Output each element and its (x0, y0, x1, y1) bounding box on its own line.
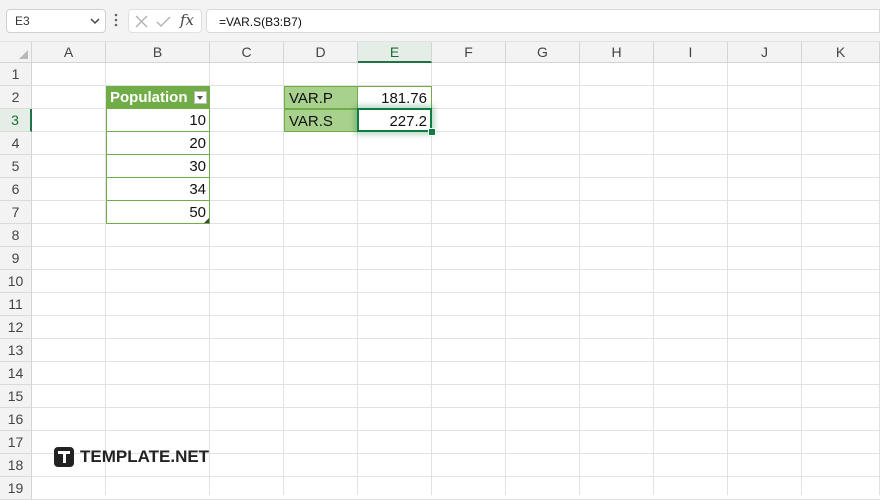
row-header-17[interactable]: 17 (0, 431, 32, 454)
row-gridline (32, 292, 880, 293)
row-gridline (32, 338, 880, 339)
row-header-4[interactable]: 4 (0, 132, 32, 155)
row-gridline (32, 407, 880, 408)
table-cell-value[interactable]: 10 (106, 109, 210, 132)
enter-check-icon[interactable] (156, 15, 171, 28)
column-header-e[interactable]: E (358, 42, 432, 63)
name-box-value: E3 (15, 14, 30, 28)
formula-text: =VAR.S(B3:B7) (219, 15, 302, 29)
column-header-c[interactable]: C (210, 42, 284, 63)
row-header-12[interactable]: 12 (0, 316, 32, 339)
table-cell-value[interactable]: 30 (106, 155, 210, 178)
table-cell-value[interactable]: 34 (106, 178, 210, 201)
row-header-16[interactable]: 16 (0, 408, 32, 431)
column-header-k[interactable]: K (802, 42, 880, 63)
column-header-d[interactable]: D (284, 42, 358, 63)
vars-label-cell[interactable]: VAR.S (284, 109, 358, 132)
row-header-3[interactable]: 3 (0, 109, 32, 132)
row-header-1[interactable]: 1 (0, 63, 32, 86)
row-header-6[interactable]: 6 (0, 178, 32, 201)
row-header-19[interactable]: 19 (0, 477, 32, 500)
template-logo-text: TEMPLATE.NET (80, 447, 210, 466)
formula-input[interactable]: =VAR.S(B3:B7) (206, 9, 880, 33)
chevron-down-icon[interactable] (90, 17, 100, 25)
row-header-9[interactable]: 9 (0, 247, 32, 270)
table-header-population[interactable]: Population (106, 86, 210, 109)
row-gridline (32, 430, 880, 431)
row-gridline (32, 384, 880, 385)
active-cell-selection[interactable] (357, 108, 432, 132)
column-header-a[interactable]: A (32, 42, 106, 63)
varp-value-cell[interactable]: 181.76 (358, 86, 432, 109)
row-gridline (32, 315, 880, 316)
table-resize-handle-icon[interactable] (204, 218, 209, 223)
column-header-j[interactable]: J (728, 42, 802, 63)
row-gridline (32, 269, 880, 270)
column-header-g[interactable]: G (506, 42, 580, 63)
row-header-18[interactable]: 18 (0, 454, 32, 477)
filter-dropdown-icon[interactable] (194, 91, 207, 104)
template-logo-icon (54, 447, 74, 467)
fill-handle[interactable] (428, 128, 436, 136)
row-header-5[interactable]: 5 (0, 155, 32, 178)
row-gridline (32, 361, 880, 362)
row-header-2[interactable]: 2 (0, 86, 32, 109)
varp-label-cell[interactable]: VAR.P (284, 86, 358, 109)
column-header-b[interactable]: B (106, 42, 210, 63)
column-header-f[interactable]: F (432, 42, 506, 63)
table-cell-value[interactable]: 20 (106, 132, 210, 155)
row-header-8[interactable]: 8 (0, 224, 32, 247)
select-all-triangle-icon (19, 50, 28, 59)
formula-bar-area: E3 fx =VAR.S(B3:B7) (0, 0, 880, 42)
row-header-14[interactable]: 14 (0, 362, 32, 385)
row-header-11[interactable]: 11 (0, 293, 32, 316)
row-gridline (32, 476, 880, 477)
row-header-13[interactable]: 13 (0, 339, 32, 362)
more-options-icon[interactable] (114, 13, 118, 27)
formula-actions: fx (128, 9, 202, 33)
name-box[interactable]: E3 (6, 9, 106, 33)
row-header-10[interactable]: 10 (0, 270, 32, 293)
row-header-15[interactable]: 15 (0, 385, 32, 408)
table-cell-value[interactable]: 50 (106, 201, 210, 224)
cancel-icon[interactable] (135, 15, 148, 28)
row-gridline (32, 246, 880, 247)
select-all-button[interactable] (0, 42, 32, 63)
row-header-7[interactable]: 7 (0, 201, 32, 224)
column-header-h[interactable]: H (580, 42, 654, 63)
column-header-i[interactable]: I (654, 42, 728, 63)
insert-function-icon[interactable]: fx (180, 11, 194, 29)
